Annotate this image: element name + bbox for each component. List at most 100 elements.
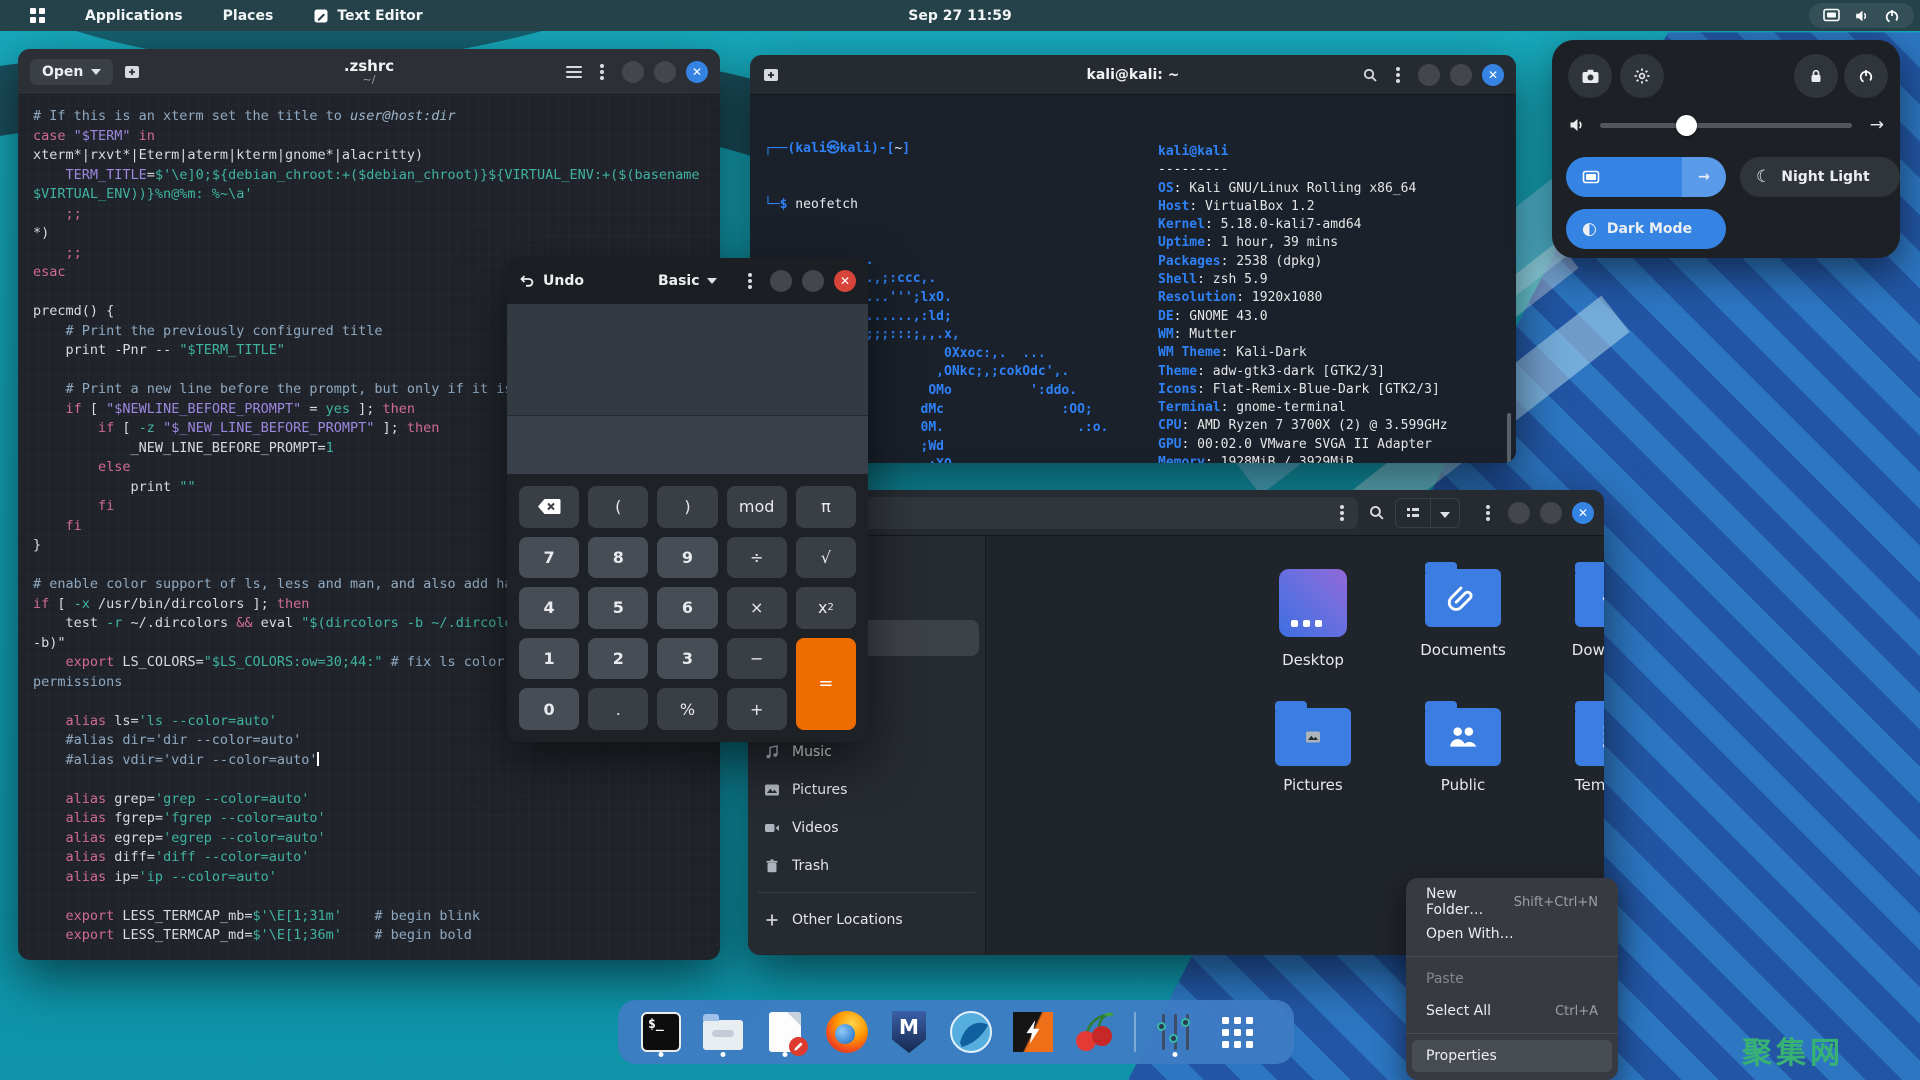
volume-icon[interactable]	[1568, 116, 1586, 134]
key-)[interactable]: )	[657, 486, 717, 528]
sidebar-item-trash[interactable]: Trash	[754, 848, 979, 884]
dock-item-app-grid[interactable]	[1214, 1006, 1260, 1058]
key-3[interactable]: 3	[657, 638, 717, 680]
minimize-button[interactable]	[622, 61, 644, 83]
key-÷[interactable]: ÷	[727, 537, 787, 579]
key-6[interactable]: 6	[657, 587, 717, 629]
dock-item-wireshark[interactable]	[948, 1006, 994, 1058]
key-−[interactable]: −	[727, 638, 787, 680]
undo-button[interactable]: Undo	[519, 273, 584, 289]
running-indicator	[1173, 1052, 1178, 1057]
close-button[interactable]: ✕	[686, 61, 708, 83]
scrollbar[interactable]	[1507, 413, 1511, 463]
dock-item-cherrytree[interactable]	[1072, 1006, 1118, 1058]
calculator-entry-field[interactable]	[507, 416, 868, 474]
list-view-icon[interactable]	[1396, 505, 1430, 521]
dock-item-text-editor[interactable]	[762, 1006, 808, 1058]
sidebar-item-videos[interactable]: Videos	[754, 810, 979, 846]
key-=[interactable]: =	[796, 638, 856, 730]
key-x²[interactable]: x2	[796, 587, 856, 629]
backspace-key[interactable]	[519, 486, 579, 528]
menu-dots-icon[interactable]	[1486, 511, 1490, 515]
key-.[interactable]: .	[588, 688, 648, 730]
minimize-button[interactable]	[770, 270, 792, 292]
key-×[interactable]: ×	[727, 587, 787, 629]
menu-item-open-with[interactable]: Open With…	[1412, 918, 1612, 950]
key-0[interactable]: 0	[519, 688, 579, 730]
activities-grid-icon[interactable]	[14, 0, 61, 31]
folder-icon	[1575, 569, 1604, 627]
neofetch-row: Theme: adw-gtk3-dark [GTK2/3]	[1158, 363, 1448, 381]
folder-desktop[interactable]: Desktop	[1243, 569, 1383, 669]
screenshot-button[interactable]	[1568, 54, 1612, 98]
menu-item-paste[interactable]: Paste	[1412, 963, 1612, 995]
lock-button[interactable]	[1794, 54, 1838, 98]
sidebar-item-pictures[interactable]: Pictures	[754, 772, 979, 808]
dock-item-metasploit[interactable]: M	[886, 1006, 932, 1058]
focused-app-menu[interactable]: Text Editor	[297, 0, 438, 31]
menu-dots-icon[interactable]	[600, 70, 604, 74]
key-7[interactable]: 7	[519, 537, 579, 579]
key-5[interactable]: 5	[588, 587, 648, 629]
key-8[interactable]: 8	[588, 537, 648, 579]
key-+[interactable]: +	[727, 688, 787, 730]
hamburger-menu-icon[interactable]	[566, 66, 582, 78]
key-1[interactable]: 1	[519, 638, 579, 680]
dock-item-files[interactable]	[700, 1006, 746, 1058]
new-tab-icon[interactable]	[123, 63, 141, 81]
menu-applications[interactable]: Applications	[69, 0, 199, 31]
new-tab-icon[interactable]	[762, 66, 780, 84]
toggle-screen[interactable]: →	[1566, 157, 1726, 197]
key-2[interactable]: 2	[588, 638, 648, 680]
key-mod[interactable]: mod	[727, 486, 787, 528]
key-4[interactable]: 4	[519, 587, 579, 629]
submenu-arrow-icon[interactable]: →	[1682, 157, 1726, 197]
close-button[interactable]: ✕	[834, 270, 856, 292]
volume-submenu-arrow[interactable]: →	[1870, 115, 1884, 135]
key-π[interactable]: π	[796, 486, 856, 528]
view-toggle-group	[1395, 498, 1460, 528]
path-menu-dots-icon[interactable]	[1340, 511, 1344, 515]
close-button[interactable]: ✕	[1572, 502, 1594, 524]
folder-public[interactable]: Public	[1393, 708, 1533, 794]
system-tray[interactable]	[1809, 3, 1914, 28]
maximize-button[interactable]	[654, 61, 676, 83]
settings-button[interactable]	[1620, 54, 1664, 98]
power-button[interactable]	[1844, 54, 1888, 98]
minimize-button[interactable]	[1418, 64, 1440, 86]
folder-documents[interactable]: Documents	[1393, 569, 1533, 659]
key-([interactable]: (	[588, 486, 648, 528]
search-icon[interactable]	[1362, 67, 1378, 83]
minimize-button[interactable]	[1508, 502, 1530, 524]
maximize-button[interactable]	[802, 270, 824, 292]
maximize-button[interactable]	[1450, 64, 1472, 86]
menu-places[interactable]: Places	[207, 0, 290, 31]
menu-dots-icon[interactable]	[748, 279, 752, 283]
dock-item-tweaks[interactable]	[1152, 1006, 1198, 1058]
dock-item-terminal[interactable]: $_	[638, 1006, 684, 1058]
key-√[interactable]: √	[796, 537, 856, 579]
toggle-night-light[interactable]: ☾Night Light	[1740, 157, 1900, 197]
key-9[interactable]: 9	[657, 537, 717, 579]
dock-item-burpsuite[interactable]	[1010, 1006, 1056, 1058]
search-icon[interactable]	[1368, 504, 1385, 521]
open-button[interactable]: Open	[30, 59, 113, 85]
volume-slider-knob[interactable]	[1676, 115, 1697, 136]
code-line: *)	[33, 224, 720, 244]
key-%[interactable]: %	[657, 688, 717, 730]
menu-item-new-folder[interactable]: New Folder…Shift+Ctrl+N	[1412, 886, 1612, 918]
folder-templates[interactable]: Templates	[1543, 708, 1604, 794]
dock-item-firefox[interactable]	[824, 1006, 870, 1058]
folder-pictures[interactable]: Pictures	[1243, 708, 1383, 794]
folder-downloads[interactable]: Downloads	[1543, 569, 1604, 659]
menu-item-select-all[interactable]: Select AllCtrl+A	[1412, 995, 1612, 1027]
view-options-chevron[interactable]	[1431, 503, 1459, 522]
maximize-button[interactable]	[1540, 502, 1562, 524]
menu-dots-icon[interactable]	[1396, 73, 1400, 77]
sidebar-item-other-locations[interactable]: Other Locations	[754, 902, 979, 938]
volume-slider[interactable]	[1600, 123, 1852, 128]
close-button[interactable]: ✕	[1482, 64, 1504, 86]
mode-selector[interactable]: Basic	[658, 273, 717, 289]
menu-item-properties[interactable]: Properties	[1412, 1040, 1612, 1072]
toggle-dark-mode[interactable]: ◐Dark Mode	[1566, 209, 1726, 249]
